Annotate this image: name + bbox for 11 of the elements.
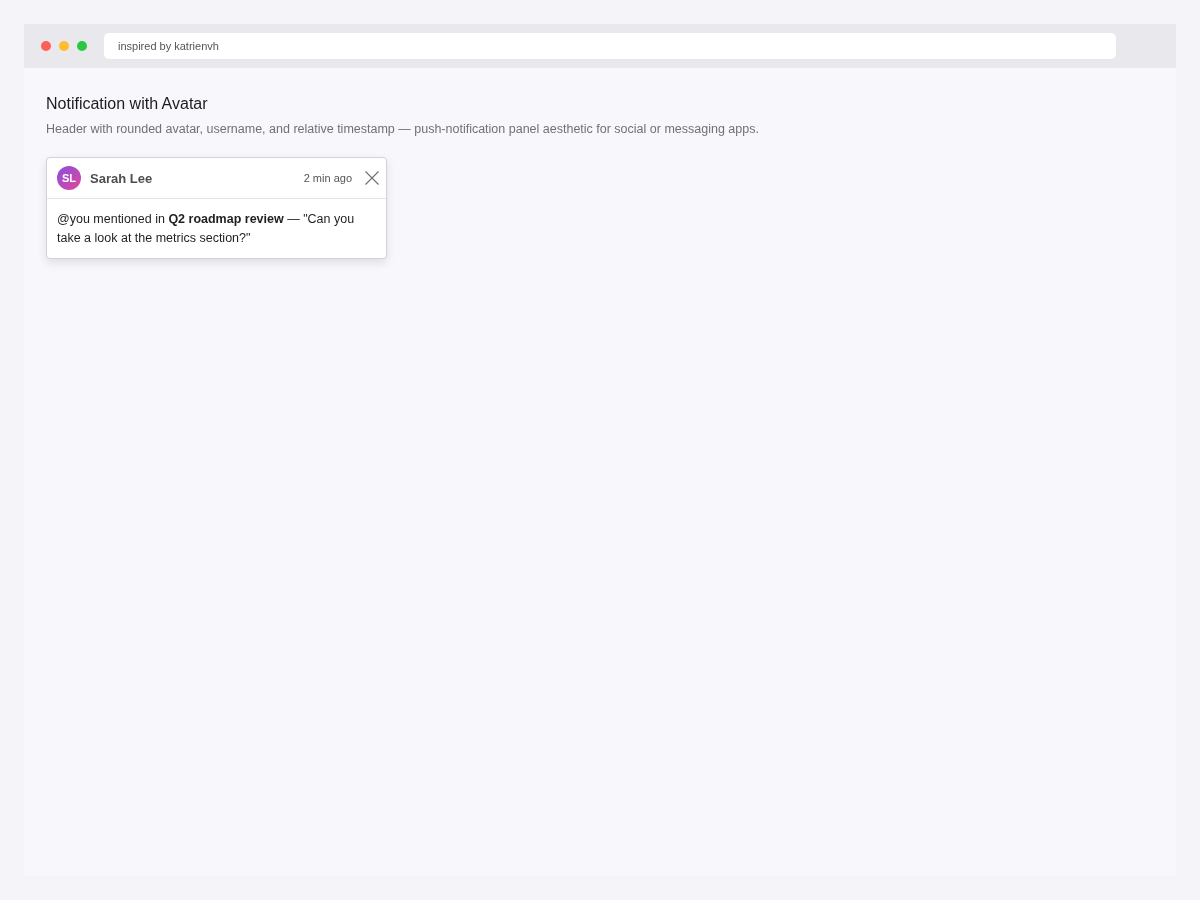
notification-message: @you mentioned in Q2 roadmap review — "Can you take a look at the metrics section?" bbox=[56, 211, 356, 247]
timestamp: 2 min ago bbox=[303, 172, 352, 184]
close-window-icon[interactable] bbox=[41, 41, 51, 51]
page-heading: Notification with Avatar bbox=[46, 94, 209, 114]
username: Sarah Lee bbox=[90, 170, 153, 186]
avatar: SL bbox=[57, 166, 81, 190]
page-description: Header with rounded avatar, username, and relative timestamp — push-notification panel aesthetic for social or messaging apps. bbox=[46, 121, 760, 138]
close-icon[interactable] bbox=[365, 171, 379, 185]
address-bar[interactable]: inspired by katrienvh bbox=[104, 33, 1116, 59]
minimize-window-icon[interactable] bbox=[59, 41, 69, 51]
maximize-window-icon[interactable] bbox=[77, 41, 87, 51]
